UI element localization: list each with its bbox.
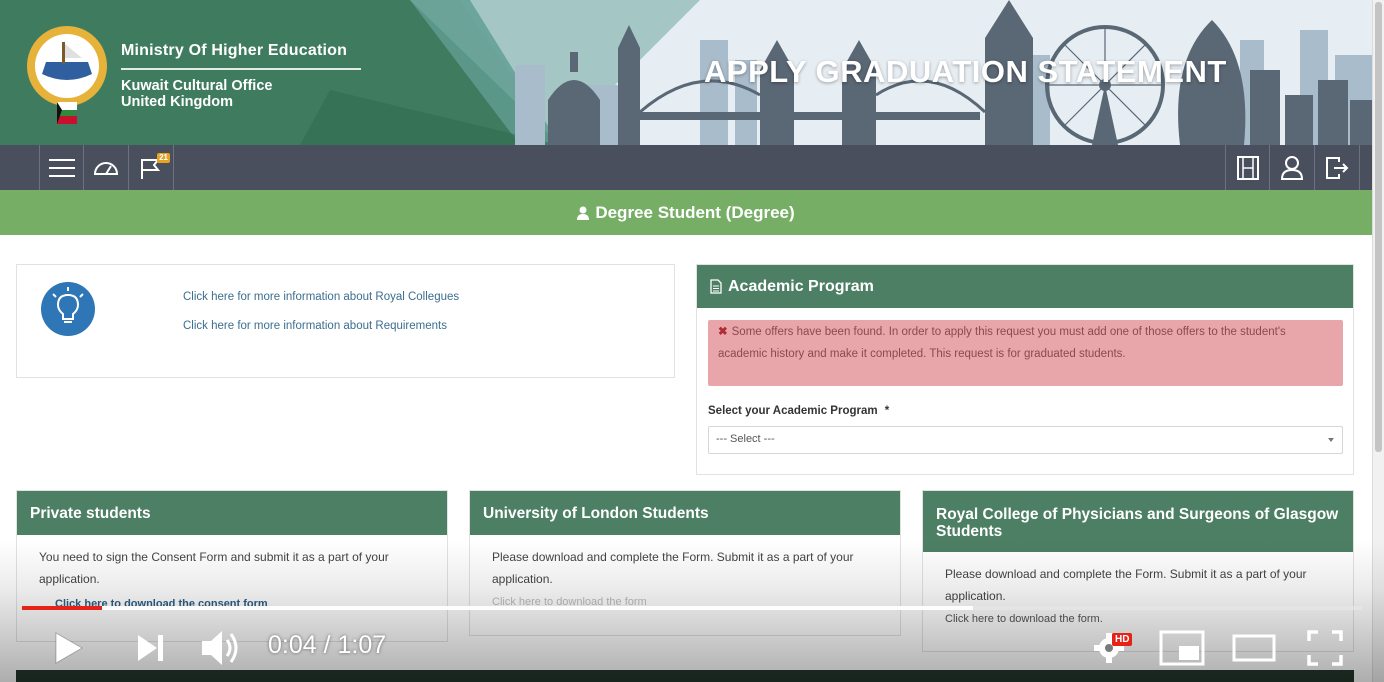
- royal-colleges-info-link[interactable]: Click here for more information about Ro…: [183, 291, 459, 303]
- role-bar: Degree Student (Degree): [0, 190, 1372, 235]
- private-students-card: Private students You need to sign the Co…: [16, 490, 448, 642]
- academic-program-label-text: Select your Academic Program: [708, 405, 878, 417]
- footer-strip: [16, 670, 1354, 682]
- app-root: Ministry Of Higher Education Kuwait Cult…: [0, 0, 1384, 682]
- private-students-header: Private students: [17, 491, 447, 535]
- miniplayer-icon[interactable]: [1159, 630, 1205, 666]
- header-banner: Ministry Of Higher Education Kuwait Cult…: [0, 0, 1372, 145]
- next-video-icon[interactable]: [136, 633, 166, 663]
- glasgow-college-title: Royal College of Physicians and Surgeons…: [936, 506, 1339, 540]
- academic-program-label: Select your Academic Program *: [708, 405, 889, 417]
- fullscreen-icon[interactable]: [1306, 629, 1344, 667]
- film-icon: [1236, 155, 1259, 180]
- top-toolbar: 21: [0, 145, 1372, 190]
- dashboard-icon: [93, 161, 119, 175]
- info-panel: Click here for more information about Ro…: [16, 264, 675, 378]
- academic-program-panel: Academic Program ✖ Some offers have been …: [696, 264, 1354, 475]
- page-scrollbar[interactable]: [1372, 0, 1384, 682]
- private-students-title: Private students: [30, 504, 151, 522]
- university-of-london-header: University of London Students: [470, 491, 900, 535]
- academic-program-select[interactable]: --- Select ---: [708, 426, 1343, 454]
- video-played-bar: [22, 606, 103, 610]
- glasgow-college-card: Royal College of Physicians and Surgeons…: [922, 490, 1354, 652]
- academic-program-title: Academic Program: [728, 277, 874, 295]
- glasgow-form-download-link[interactable]: Click here to download the form.: [923, 613, 1353, 625]
- video-progress-bar[interactable]: [22, 606, 1362, 610]
- university-of-london-text: Please download and complete the Form. S…: [492, 550, 854, 586]
- kuwait-emblem-logo: [27, 26, 107, 124]
- glasgow-college-header: Royal College of Physicians and Surgeons…: [923, 491, 1353, 552]
- menu-icon: [48, 158, 75, 177]
- theater-mode-icon[interactable]: [1232, 632, 1276, 664]
- profile-button[interactable]: [1270, 145, 1315, 190]
- notifications-button[interactable]: 21: [129, 145, 174, 190]
- volume-icon[interactable]: [200, 627, 242, 669]
- ministry-name: Ministry Of Higher Education: [121, 42, 348, 59]
- logout-button[interactable]: [1315, 145, 1360, 190]
- requirements-info-link[interactable]: Click here for more information about Re…: [183, 320, 447, 332]
- academic-program-select-value: --- Select ---: [716, 433, 775, 445]
- user-icon: [1281, 155, 1303, 180]
- menu-button[interactable]: [39, 145, 84, 190]
- logout-icon: [1326, 156, 1349, 179]
- error-icon: ✖: [718, 326, 728, 338]
- video-current-time: 0:04: [268, 631, 317, 659]
- dashboard-button[interactable]: [84, 145, 129, 190]
- offers-alert: ✖ Some offers have been found. In order t…: [708, 320, 1343, 386]
- lightbulb-icon: [41, 282, 95, 336]
- role-label: Degree Student (Degree): [595, 202, 795, 222]
- video-time-display: 0:04 / 1:07: [268, 631, 386, 660]
- video-time-separator: /: [323, 631, 331, 659]
- academic-program-header: Academic Program: [697, 265, 1353, 308]
- university-of-london-title: University of London Students: [483, 504, 709, 522]
- glasgow-college-text: Please download and complete the Form. S…: [945, 567, 1307, 603]
- notification-count-badge: 21: [157, 153, 170, 163]
- office-name-line2: United Kingdom: [121, 94, 233, 110]
- page-title: APPLY GRADUATION STATEMENT: [704, 54, 1227, 89]
- document-icon: [710, 279, 722, 294]
- media-button[interactable]: [1225, 145, 1270, 190]
- required-mark: *: [884, 405, 890, 417]
- video-buffered-bar: [22, 606, 974, 610]
- offers-alert-text: Some offers have been found. In order to…: [718, 326, 1286, 360]
- university-of-london-card: University of London Students Please dow…: [469, 490, 901, 636]
- office-name: Kuwait Cultural Office United Kingdom: [121, 78, 272, 110]
- header-divider: [121, 68, 361, 70]
- user-icon: [577, 206, 590, 220]
- video-total-time: 1:07: [337, 631, 387, 659]
- hd-quality-badge: HD: [1112, 633, 1133, 646]
- scrollbar-thumb[interactable]: [1375, 2, 1382, 452]
- play-icon[interactable]: [54, 631, 84, 665]
- private-students-text: You need to sign the Consent Form and su…: [39, 550, 389, 586]
- chevron-down-icon: [1328, 438, 1334, 442]
- office-name-line1: Kuwait Cultural Office: [121, 78, 273, 94]
